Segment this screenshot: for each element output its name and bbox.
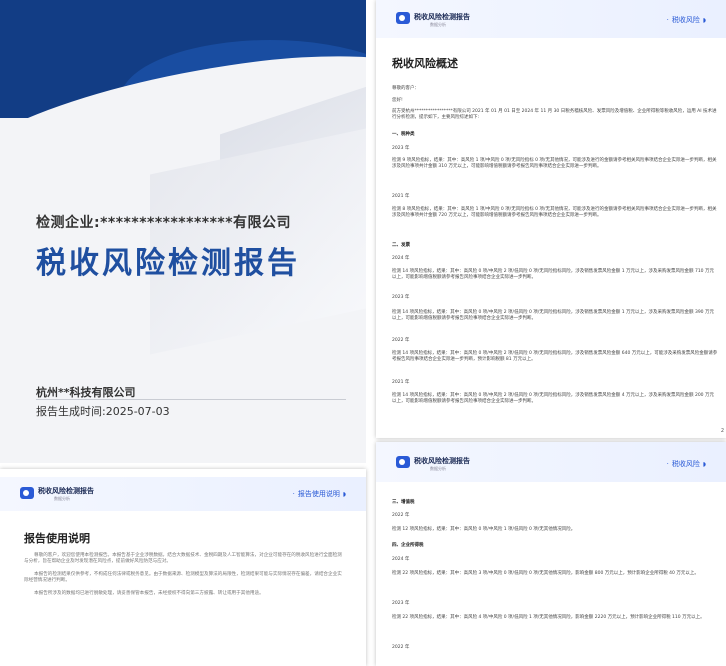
report-logo-icon: [396, 456, 410, 468]
usage-paragraph: 尊敬的客户，欢迎您使用本检测报告。本报告基于企业涉税数据，结合大数据技术、金税四…: [24, 553, 342, 565]
page-number: 2: [720, 428, 724, 434]
toggle-icon: ◗: [702, 461, 706, 468]
year-label: 2023 年: [392, 601, 410, 606]
risk-paragraph: 检测 22 项风险指标，结果：其中：高风险 3 项/中风险 0 项/低风险 0 …: [392, 571, 699, 576]
continued-page: 税收风险检测报告 数据分析 · 税收风险 ◗ 三、增值税 2022 年 检测 12 …: [376, 442, 726, 666]
page-header: 税收风险检测报告 数据分析 · 税收风险 ◗: [376, 442, 726, 482]
report-logo-icon: [396, 12, 410, 24]
brand-subtitle: 数据分析: [430, 22, 446, 27]
year-label: 2023 年: [392, 295, 410, 300]
page-title: 报告使用说明: [24, 532, 90, 545]
usage-paragraph: 本报告的检测结果仅供参考，不构成任何法律或税务意见。由于数据来源、检测模型及算法…: [24, 572, 342, 584]
year-label: 2024 年: [392, 557, 410, 562]
cover-title: 税收风险检测报告: [36, 246, 300, 281]
year-label: 2022 年: [392, 513, 410, 518]
year-label: 2022 年: [392, 645, 410, 650]
cover-divider: [36, 399, 346, 400]
cover-company: 杭州**科技有限公司: [36, 386, 136, 399]
cover-subject: 检测企业:*****************有限公司: [36, 215, 292, 231]
section-heading: 四、企业所得税: [392, 543, 424, 548]
toggle-icon: ◗: [342, 491, 346, 498]
dot-icon: ·: [666, 16, 669, 24]
risk-paragraph: 检测 14 项风险指标，结果：其中：高风险 0 项/中风险 2 项/低风险 0 …: [392, 269, 714, 280]
risk-paragraph: 检测 14 项风险指标，结果：其中：高风险 0 项/中风险 2 项/低风险 0 …: [392, 351, 718, 362]
usage-paragraph: 本报告所涉及的数据均已进行脱敏处理，请妥善保管本报告，未经授权不得向第三方披露、…: [34, 591, 264, 596]
year-label: 2023 年: [392, 146, 410, 151]
page-title: 税收风险概述: [392, 57, 458, 70]
cover-page: 检测企业:*****************有限公司 税收风险检测报告 杭州**…: [0, 0, 366, 463]
usage-page: 税收风险检测报告 数据分析 · 报告使用说明 ◗ 报告使用说明 尊敬的客户，欢迎您使…: [0, 469, 366, 666]
risk-paragraph: 检测 12 项风险指标，结果：其中：高风险 0 项/中风险 1 项/低风险 0 …: [392, 527, 576, 532]
report-logo-icon: [20, 487, 34, 499]
intro-paragraph: 前方受杭州*****************有限公司 2021 年 01 月 0…: [392, 109, 717, 120]
section-heading: 二、发票: [392, 243, 410, 248]
section-heading: 三、增值税: [392, 500, 415, 505]
section-tag: · 税收风险 ◗: [666, 16, 706, 24]
risk-paragraph: 检测 14 项风险指标，结果：其中：高风险 0 项/中风险 2 项/低风险 0 …: [392, 393, 714, 404]
risk-paragraph: 检测 9 项风险指标，结果：其中：高风险 1 项/中风险 0 项/无风险指标 0…: [392, 158, 717, 169]
brand-name: 税收风险检测报告: [414, 457, 470, 465]
year-label: 2021 年: [392, 380, 410, 385]
overview-page: 税收风险检测报告 数据分析 · 税收风险 ◗ 税收风险概述 尊敬的客户： 您好! 前…: [376, 0, 726, 438]
risk-paragraph: 检测 14 项风险指标，结果：其中：高风险 0 项/中风险 2 项/低风险 0 …: [392, 310, 714, 321]
dot-icon: ·: [666, 460, 669, 468]
cover-generated-date: 报告生成时间:2025-07-03: [36, 405, 170, 418]
risk-paragraph: 检测 8 项风险指标，结果：其中：高风险 1 项/中风险 0 项/无风险指标 0…: [392, 207, 717, 218]
year-label: 2022 年: [392, 338, 410, 343]
page-header: 税收风险检测报告 数据分析 · 报告使用说明 ◗: [0, 477, 366, 511]
greeting: 尊敬的客户：: [392, 86, 419, 91]
brand-name: 税收风险检测报告: [414, 13, 470, 21]
brand-name: 税收风险检测报告: [38, 487, 94, 495]
page-header: 税收风险检测报告 数据分析 · 税收风险 ◗: [376, 0, 726, 38]
toggle-icon: ◗: [702, 17, 706, 24]
brand-subtitle: 数据分析: [430, 466, 446, 471]
year-label: 2024 年: [392, 256, 410, 261]
section-tag: · 报告使用说明 ◗: [292, 490, 346, 498]
risk-paragraph: 检测 22 项风险指标，结果：其中：高风险 4 项/中风险 0 项/低风险 1 …: [392, 615, 705, 620]
section-heading: 一、税种类: [392, 132, 415, 137]
dot-icon: ·: [292, 490, 295, 498]
hello: 您好!: [392, 98, 403, 103]
year-label: 2021 年: [392, 194, 410, 199]
section-tag: · 税收风险 ◗: [666, 460, 706, 468]
brand-subtitle: 数据分析: [54, 496, 70, 501]
